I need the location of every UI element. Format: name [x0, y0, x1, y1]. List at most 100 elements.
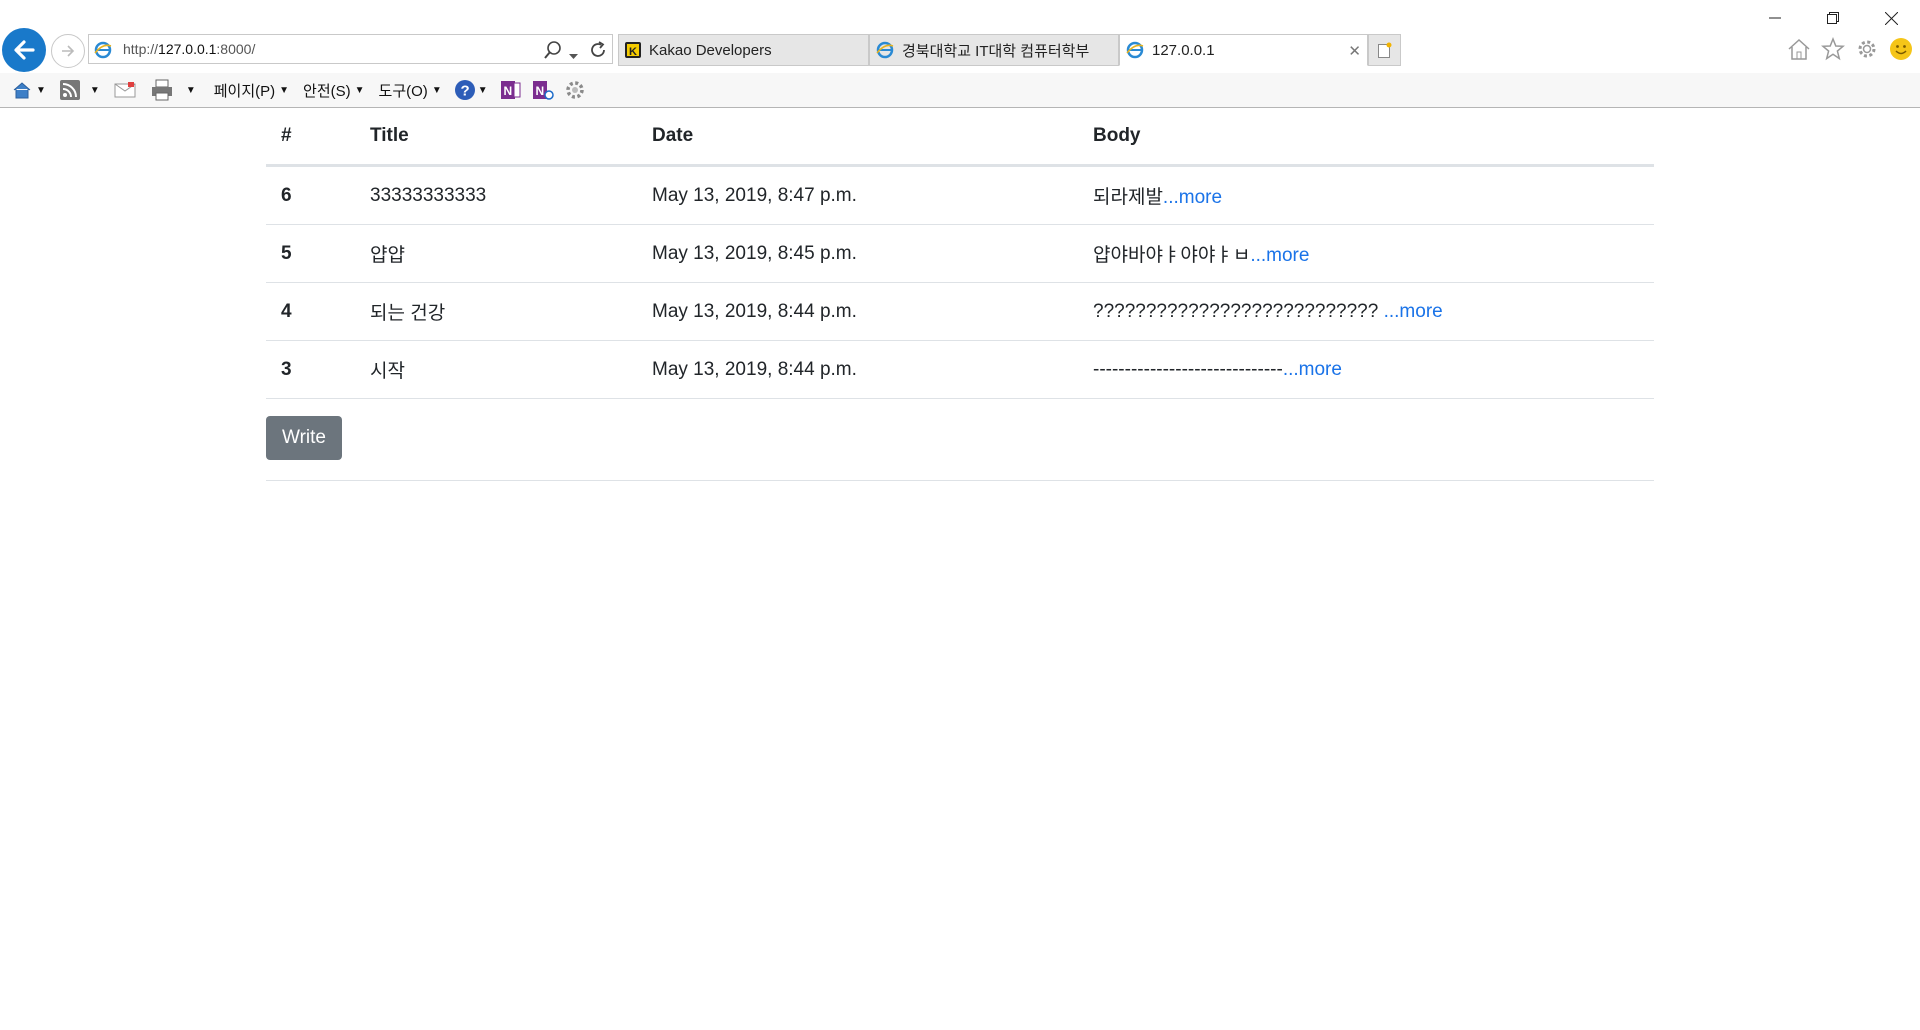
post-date: May 13, 2019, 8:45 p.m. [637, 224, 1078, 283]
chevron-down-icon: ▼ [36, 84, 46, 96]
page-menu-label: 페이지(P) [213, 82, 276, 100]
back-button[interactable] [2, 28, 46, 72]
onenote-linked-icon: N [532, 81, 554, 100]
post-body: ??????????????????????????? ...more [1078, 282, 1654, 341]
safety-menu-label: 안전(S) [303, 82, 351, 100]
back-arrow-icon [14, 40, 35, 60]
chevron-down-icon: ▼ [431, 84, 442, 96]
tab-label: 127.0.0.1 [1152, 41, 1215, 59]
table-row: 4 되는 건강 May 13, 2019, 8:44 p.m. ????????… [266, 282, 1654, 341]
settings-button[interactable] [564, 79, 586, 101]
post-body-text: 되라제발 [1093, 187, 1163, 208]
post-body: ------------------------------...more [1078, 340, 1654, 399]
table-header-row: # Title Date Body [266, 108, 1654, 167]
smiley-icon[interactable] [1888, 36, 1914, 62]
post-title: 되는 건강 [355, 282, 637, 341]
post-list-container: # Title Date Body 6 33333333333 May 13, … [266, 108, 1654, 481]
tab-localhost[interactable]: 127.0.0.1 ✕ [1119, 34, 1368, 66]
post-number: 4 [266, 282, 355, 341]
more-link[interactable]: ...more [1384, 301, 1443, 322]
search-icon[interactable] [543, 40, 563, 65]
page-menu[interactable]: 페이지(P) ▼ [214, 80, 289, 101]
column-header-body: Body [1078, 108, 1654, 167]
onenote-linked-button[interactable]: N [532, 79, 554, 101]
svg-text:K: K [629, 46, 637, 58]
svg-text:?: ? [460, 83, 469, 100]
close-tab-icon[interactable]: ✕ [1348, 42, 1361, 60]
tab-label: Kakao Developers [649, 41, 772, 59]
forward-arrow-icon [62, 45, 75, 57]
navigation-bar: http://127.0.0.1:8000/ K Kakao Developer… [0, 27, 1920, 73]
post-title: 시작 [355, 340, 637, 399]
mail-button[interactable] [114, 82, 136, 98]
new-tab-button[interactable] [1368, 34, 1401, 66]
address-bar[interactable]: http://127.0.0.1:8000/ [88, 34, 613, 64]
print-button[interactable]: ▼ [150, 79, 196, 101]
tab-kakao-developers[interactable]: K Kakao Developers [618, 34, 869, 66]
onenote-send-button[interactable]: N [500, 79, 522, 101]
more-link[interactable]: ...more [1163, 187, 1222, 208]
ie-page-icon [876, 41, 894, 59]
help-icon: ? [454, 80, 475, 100]
home-icon[interactable] [1786, 36, 1812, 62]
restore-icon [1827, 12, 1839, 24]
post-body: 되라제발...more [1078, 165, 1654, 225]
kakao-icon: K [625, 42, 641, 58]
divider [266, 480, 1654, 481]
tab-knu-cse[interactable]: 경북대학교 IT대학 컴퓨터학부 [869, 34, 1119, 66]
chevron-down-icon: ▼ [185, 84, 196, 96]
post-date: May 13, 2019, 8:44 p.m. [637, 282, 1078, 341]
svg-text:N: N [535, 84, 544, 98]
safety-menu[interactable]: 안전(S) ▼ [303, 80, 365, 101]
chevron-down-icon: ▼ [279, 84, 290, 96]
table-row: 3 시작 May 13, 2019, 8:44 p.m. -----------… [266, 340, 1654, 399]
browser-right-icons [1786, 36, 1914, 62]
post-date: May 13, 2019, 8:44 p.m. [637, 340, 1078, 399]
post-body-text: 얍야바야ㅑ야야ㅑㅂ [1093, 245, 1251, 266]
chevron-down-icon: ▼ [89, 84, 100, 96]
new-tab-icon [1377, 42, 1391, 58]
home-menu-button[interactable]: ▼ [12, 80, 46, 100]
tools-menu[interactable]: 도구(O) ▼ [379, 80, 442, 101]
post-number: 6 [266, 165, 355, 225]
table-row: 6 33333333333 May 13, 2019, 8:47 p.m. 되라… [266, 165, 1654, 225]
close-icon [1884, 11, 1898, 25]
minimize-icon [1769, 17, 1781, 19]
url-text: http://127.0.0.1:8000/ [123, 41, 256, 57]
more-link[interactable]: ...more [1283, 359, 1342, 380]
posts-table: # Title Date Body 6 33333333333 May 13, … [266, 108, 1654, 399]
onenote-icon: N [500, 81, 521, 99]
write-button[interactable]: Write [266, 416, 342, 460]
gear-icon[interactable] [1854, 36, 1880, 62]
home-icon [13, 82, 31, 99]
column-header-number: # [266, 108, 355, 167]
feeds-button[interactable]: ▼ [59, 80, 100, 100]
ie-page-icon [94, 41, 112, 64]
post-body: 얍야바야ㅑ야야ㅑㅂ...more [1078, 224, 1654, 283]
table-row: 5 얍얍 May 13, 2019, 8:45 p.m. 얍야바야ㅑ야야ㅑㅂ..… [266, 224, 1654, 283]
post-title: 33333333333 [355, 165, 637, 225]
more-link[interactable]: ...more [1250, 245, 1309, 266]
column-header-title: Title [355, 108, 637, 167]
ie-page-icon [1126, 41, 1144, 59]
tab-label: 경북대학교 IT대학 컴퓨터학부 [902, 42, 1090, 60]
post-body-text: ??????????????????????????? [1093, 300, 1384, 322]
post-number: 5 [266, 224, 355, 283]
chevron-down-icon[interactable] [569, 47, 578, 65]
svg-text:N: N [503, 84, 512, 98]
forward-button[interactable] [51, 34, 85, 68]
command-bar: ▼ ▼ ▼ 페이지(P) ▼ 안전(S) ▼ 도구(O) ▼ ? ▼ N N [0, 73, 1920, 108]
post-title: 얍얍 [355, 224, 637, 283]
chevron-down-icon: ▼ [354, 84, 365, 96]
column-header-date: Date [637, 108, 1078, 167]
post-body-text: ------------------------------ [1093, 358, 1283, 380]
tools-menu-label: 도구(O) [378, 82, 428, 100]
printer-icon [151, 79, 172, 101]
gear-icon [565, 81, 584, 99]
rss-icon [59, 80, 80, 100]
star-icon[interactable] [1820, 36, 1846, 62]
refresh-icon[interactable] [588, 40, 608, 65]
chevron-down-icon: ▼ [477, 84, 488, 96]
post-number: 3 [266, 340, 355, 399]
help-button[interactable]: ? ▼ [454, 79, 488, 101]
